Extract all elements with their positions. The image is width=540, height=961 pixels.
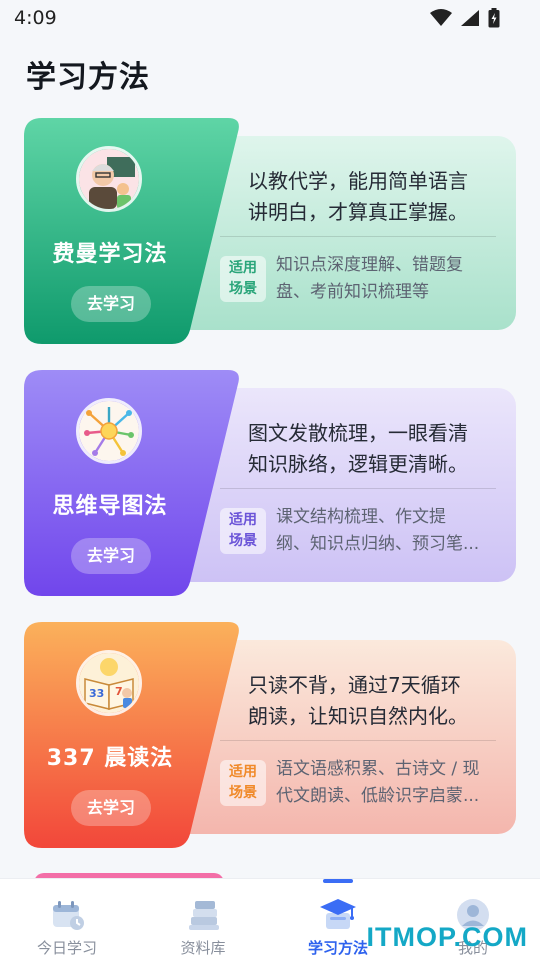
description-line: 图文发散梳理，一眼看清 [248,421,468,445]
scene-text: 课文结构梳理、作文提 纲、知识点归纳、预习笔... [276,504,494,558]
tab-label: 资料库 [180,939,226,957]
go-learn-button[interactable]: 去学习 [71,790,151,826]
description-line: 以教代学，能用简单语言 [248,169,468,193]
reading-book-illustration-icon: 33 7 [76,650,142,716]
tab-label: 今日学习 [36,939,97,957]
tab-library[interactable]: 资料库 [148,895,258,958]
method-description: 图文发散梳理，一眼看清 知识脉络，逻辑更清晰。 [248,418,498,480]
card-header-panel: 33 7 337 晨读法 去学习 [24,622,242,848]
go-learn-button[interactable]: 去学习 [71,538,151,574]
scene-badge-line: 适用 [229,260,257,276]
method-description: 只读不背，通过7天循环 朗读，让知识自然内化。 [248,670,498,732]
method-card-feynman[interactable]: 费曼学习法 去学习 以教代学，能用简单语言 讲明白，才算真正掌握。 适用 场景 … [24,118,516,344]
scene-text: 知识点深度理解、错题复 盘、考前知识梳理等 [276,252,494,306]
scene-badge-line: 适用 [229,764,257,780]
page-title: 学习方法 [26,60,150,95]
status-icons [430,8,500,28]
divider [220,740,496,741]
scene-badge: 适用 场景 [220,760,266,806]
books-icon [183,895,223,935]
battery-icon [488,8,500,28]
tab-today-study[interactable]: 今日学习 [12,895,122,958]
scene-line: 语文语感积累、古诗文 / 现 [276,759,480,779]
scene-badge-line: 场景 [229,281,257,297]
method-card-337-reading[interactable]: 33 7 337 晨读法 去学习 只读不背，通过7天循环 朗读，让知识自然内化。 … [24,622,516,848]
graduation-cap-icon [318,895,358,935]
description-line: 朗读，让知识自然内化。 [248,704,468,728]
method-description: 以教代学，能用简单语言 讲明白，才算真正掌握。 [248,166,498,228]
scene-text: 语文语感积累、古诗文 / 现 代文朗读、低龄识字启蒙... [276,756,494,810]
status-time: 4:09 [14,7,57,29]
scene-badge-line: 适用 [229,512,257,528]
scene-line: 知识点深度理解、错题复 [276,255,463,275]
scene-line: 课文结构梳理、作文提 [276,507,446,527]
calendar-icon [47,895,87,935]
scene-line: 纲、知识点归纳、预习笔... [276,534,480,554]
svg-text:7: 7 [115,685,123,698]
go-learn-button[interactable]: 去学习 [71,286,151,322]
method-name: 337 晨读法 [46,746,174,771]
divider [220,236,496,237]
teacher-illustration-icon [76,146,142,212]
method-name: 思维导图法 [52,494,168,519]
scene-badge: 适用 场景 [220,508,266,554]
scene-badge: 适用 场景 [220,256,266,302]
status-bar: 4:09 [0,0,540,36]
scene-line: 盘、考前知识梳理等 [276,282,429,302]
card-header-panel: 思维导图法 去学习 [24,370,242,596]
divider [220,488,496,489]
scene-badge-line: 场景 [229,785,257,801]
description-line: 知识脉络，逻辑更清晰。 [248,452,468,476]
svg-text:33: 33 [89,687,104,700]
card-header-panel: 费曼学习法 去学习 [24,118,242,344]
scene-line: 代文朗读、低龄识字启蒙... [276,786,480,806]
description-line: 只读不背，通过7天循环 [248,673,461,697]
wifi-icon [430,9,452,26]
scene-badge-line: 场景 [229,533,257,549]
watermark-logo: ITMOP.COM [366,922,528,952]
description-line: 讲明白，才算真正掌握。 [248,200,468,224]
mind-map-illustration-icon [76,398,142,464]
method-card-mind-map[interactable]: 思维导图法 去学习 图文发散梳理，一眼看清 知识脉络，逻辑更清晰。 适用 场景 … [24,370,516,596]
method-name: 费曼学习法 [52,242,168,267]
active-tab-indicator [323,879,353,883]
signal-icon [461,10,479,26]
